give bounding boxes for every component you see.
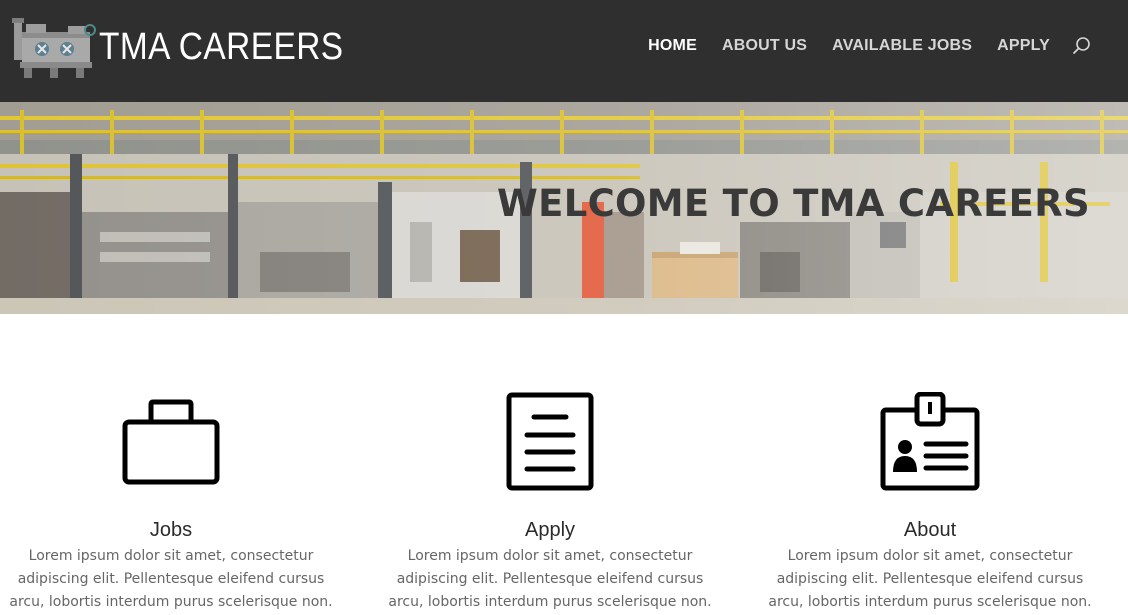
site-logo[interactable]: TMA CAREERS bbox=[12, 14, 377, 80]
hero-title: WELCOME TO TMA CAREERS bbox=[497, 182, 1090, 225]
main-nav: HOME ABOUT US AVAILABLE JOBS APPLY bbox=[623, 36, 1092, 56]
document-icon bbox=[506, 392, 594, 491]
site-header: TMA CAREERS HOME ABOUT US AVAILABLE JOBS… bbox=[0, 0, 1128, 102]
feature-title: Apply bbox=[524, 519, 576, 541]
nav-available-jobs[interactable]: AVAILABLE JOBS bbox=[832, 37, 972, 55]
id-badge-icon bbox=[880, 392, 980, 491]
feature-title: About bbox=[903, 519, 957, 541]
briefcase-icon bbox=[122, 399, 220, 485]
feature-text: Lorem ipsum dolor sit amet, consectetur … bbox=[768, 548, 1092, 610]
nav-home[interactable]: HOME bbox=[648, 37, 697, 55]
feature-title: Jobs bbox=[149, 519, 193, 541]
features-section: Jobs Lorem ipsum dolor sit amet, consect… bbox=[0, 314, 1128, 615]
machine-logo-icon bbox=[12, 18, 96, 78]
nav-about-us[interactable]: ABOUT US bbox=[722, 37, 807, 55]
logo-text: TMA CAREERS bbox=[99, 26, 344, 68]
feature-text: Lorem ipsum dolor sit amet, consectetur … bbox=[388, 548, 712, 610]
search-icon[interactable] bbox=[1072, 36, 1092, 56]
nav-apply[interactable]: APPLY bbox=[997, 37, 1050, 55]
hero-banner: WELCOME TO TMA CAREERS bbox=[0, 102, 1128, 314]
feature-text: Lorem ipsum dolor sit amet, consectetur … bbox=[9, 548, 333, 610]
